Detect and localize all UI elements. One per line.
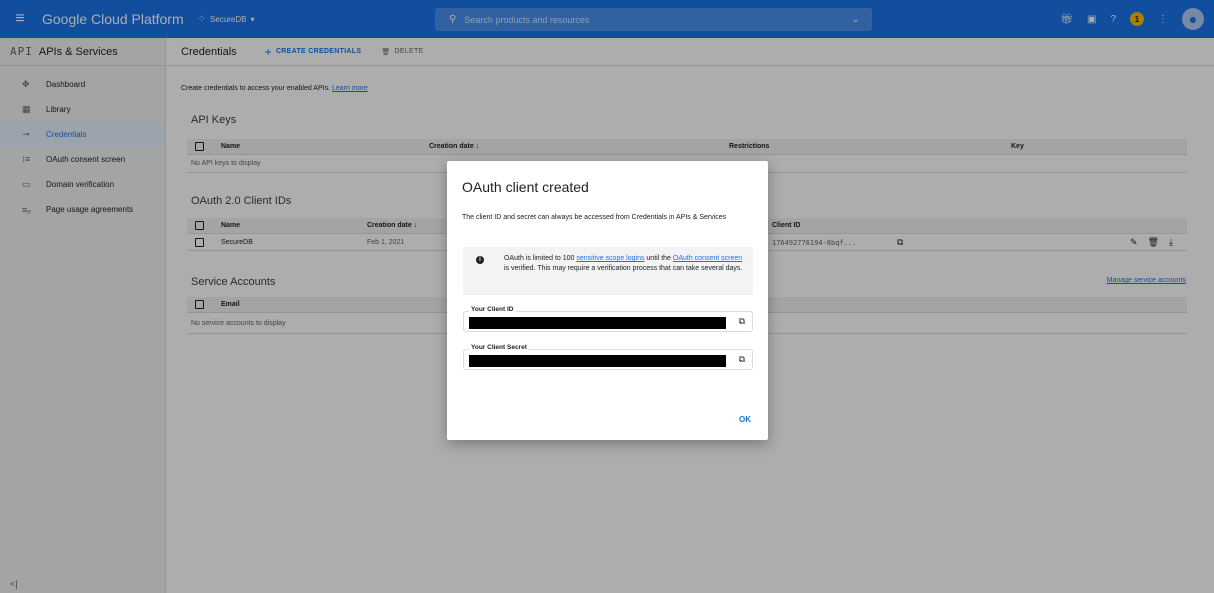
- info-text-part: is verified. This may require a verifica…: [504, 265, 743, 272]
- copy-icon[interactable]: ⧉: [739, 354, 745, 365]
- dialog-description: The client ID and secret can always be a…: [462, 214, 727, 221]
- client-id-field[interactable]: Your Client ID ⧉: [463, 306, 753, 332]
- sensitive-scope-link[interactable]: sensitive scope logins: [576, 255, 644, 262]
- client-id-label: Your Client ID: [469, 306, 516, 313]
- dialog-title: OAuth client created: [462, 179, 589, 195]
- ok-button[interactable]: OK: [739, 415, 751, 424]
- client-secret-redacted: [469, 355, 726, 367]
- info-banner: i OAuth is limited to 100 sensitive scop…: [463, 247, 753, 295]
- client-secret-field[interactable]: Your Client Secret ⧉: [463, 344, 753, 370]
- client-secret-label: Your Client Secret: [469, 344, 529, 351]
- client-id-redacted: [469, 317, 726, 329]
- info-icon: i: [476, 256, 484, 264]
- copy-icon[interactable]: ⧉: [739, 316, 745, 327]
- info-text: OAuth is limited to 100 sensitive scope …: [504, 254, 744, 274]
- info-text-part: OAuth is limited to 100: [504, 255, 577, 262]
- info-text-part: until the: [644, 255, 673, 262]
- oauth-created-dialog: OAuth client created The client ID and s…: [447, 161, 768, 440]
- oauth-consent-screen-link[interactable]: OAuth consent screen: [673, 255, 742, 262]
